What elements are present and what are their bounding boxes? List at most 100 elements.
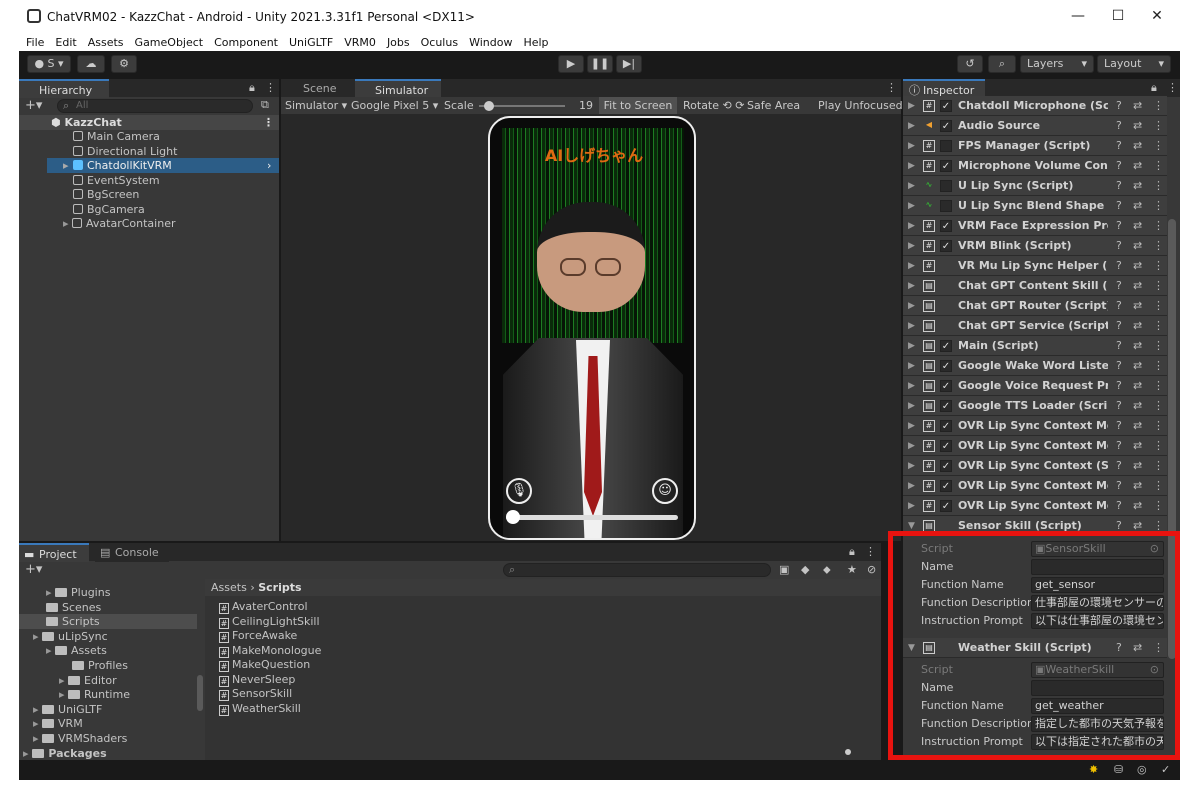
file-item[interactable]: # WeatherSkill: [219, 701, 301, 716]
hidden-packages-icon[interactable]: ⊘: [867, 563, 876, 576]
component-header[interactable]: ▶ # VR Mu Lip Sync Helper (Script)? ⇄ ⋮: [903, 256, 1167, 276]
account-dropdown[interactable]: ● S ▾: [27, 55, 71, 73]
component-header[interactable]: ▶ # ✓ OVR Lip Sync Context (Script)? ⇄ ⋮: [903, 456, 1167, 476]
more-icon[interactable]: ⋮: [1153, 296, 1164, 316]
component-header[interactable]: ▶ # ✓ OVR Lip Sync Context Morph? ⇄ ⋮: [903, 436, 1167, 456]
more-icon[interactable]: ⋮: [1153, 196, 1164, 216]
component-header[interactable]: ▶ # ✓ VRM Blink (Script)? ⇄ ⋮: [903, 236, 1167, 256]
menu-vrm0[interactable]: VRM0: [344, 34, 376, 51]
zoom-slider-handle[interactable]: [845, 749, 851, 755]
hierarchy-item-bgscreen[interactable]: BgScreen: [73, 187, 139, 202]
enable-checkbox[interactable]: ✓: [940, 380, 952, 392]
lock-icon[interactable]: 🔒︎: [1151, 81, 1157, 95]
more-icon[interactable]: ⋮: [865, 545, 876, 558]
expand-arrow-icon[interactable]: ▸: [33, 630, 42, 643]
hierarchy-item-eventsystem[interactable]: EventSystem: [73, 173, 160, 188]
settings-icon[interactable]: ⇄: [1133, 336, 1142, 356]
component-header[interactable]: ▶ ◀ ✓ Audio Source? ⇄ ⋮: [903, 116, 1167, 136]
hierarchy-item-avatarcontainer[interactable]: ▸ AvatarContainer: [63, 216, 176, 231]
enable-checkbox[interactable]: ✓: [940, 160, 952, 172]
add-icon[interactable]: +▾: [25, 562, 42, 577]
tab-simulator[interactable]: Simulator: [355, 79, 441, 98]
expand-arrow-icon[interactable]: ▶: [908, 176, 915, 196]
more-icon[interactable]: ⋮: [1153, 256, 1164, 276]
more-icon[interactable]: ⋮: [1167, 81, 1178, 94]
project-tree-item[interactable]: ▸ Assets: [19, 643, 197, 658]
add-icon[interactable]: +▾: [25, 98, 42, 113]
more-icon[interactable]: ⋮: [1153, 356, 1164, 376]
more-icon[interactable]: ⋮: [1153, 96, 1164, 116]
cache-icon[interactable]: ⛁: [1114, 763, 1123, 776]
expand-arrow-icon[interactable]: ▶: [908, 416, 915, 436]
filter-label-icon[interactable]: ◆: [801, 563, 809, 576]
pause-button[interactable]: ❚❚: [587, 55, 613, 73]
settings-icon[interactable]: ⇄: [1133, 236, 1142, 256]
help-icon[interactable]: ?: [1116, 116, 1122, 136]
microphone-icon[interactable]: 🎙︎: [506, 478, 532, 504]
hierarchy-search-input[interactable]: ⌕ All: [57, 99, 253, 113]
scale-slider-handle[interactable]: [484, 101, 494, 111]
hierarchy-item-bgcamera[interactable]: BgCamera: [73, 202, 145, 217]
help-icon[interactable]: ?: [1116, 216, 1122, 236]
enable-checkbox[interactable]: ✓: [940, 480, 952, 492]
component-header[interactable]: ▶ # ✓ VRM Face Expression Proxy? ⇄ ⋮: [903, 216, 1167, 236]
tree-scrollbar[interactable]: [197, 675, 203, 711]
settings-icon[interactable]: ⇄: [1133, 296, 1142, 316]
component-header[interactable]: ▶ # ✓ OVR Lip Sync Context Morph? ⇄ ⋮: [903, 496, 1167, 516]
volume-slider-handle[interactable]: [506, 510, 520, 524]
settings-icon[interactable]: ⇄: [1133, 276, 1142, 296]
settings-icon[interactable]: ⇄: [1133, 156, 1142, 176]
minimize-button[interactable]: —: [1068, 6, 1088, 26]
menu-oculus[interactable]: Oculus: [421, 34, 458, 51]
project-search-input[interactable]: ⌕: [503, 563, 771, 577]
settings-icon[interactable]: ⇄: [1133, 396, 1142, 416]
help-icon[interactable]: ?: [1116, 356, 1122, 376]
lock-icon[interactable]: 🔒︎: [849, 545, 855, 559]
settings-icon[interactable]: ⇄: [1133, 136, 1142, 156]
component-header[interactable]: ▶ ▤ ✓ Google Wake Word Listener? ⇄ ⋮: [903, 356, 1167, 376]
help-icon[interactable]: ?: [1116, 336, 1122, 356]
enable-checkbox[interactable]: ✓: [940, 440, 952, 452]
help-icon[interactable]: ?: [1116, 456, 1122, 476]
project-tree-item[interactable]: ▸ Runtime: [19, 687, 197, 702]
expand-arrow-icon[interactable]: ▸: [46, 644, 55, 657]
hierarchy-item-chatdollkitvrm[interactable]: ▸ ChatdollKitVRM ›: [47, 158, 279, 173]
emoji-add-icon[interactable]: ☺: [652, 478, 678, 504]
more-icon[interactable]: ⋮: [1153, 416, 1164, 436]
enable-checkbox[interactable]: ✓: [940, 340, 952, 352]
help-icon[interactable]: ?: [1116, 496, 1122, 516]
expand-arrow-icon[interactable]: ▶: [908, 156, 915, 176]
menu-window[interactable]: Window: [469, 34, 512, 51]
project-tree-item[interactable]: ▸ Packages: [19, 746, 197, 760]
close-button[interactable]: ✕: [1147, 6, 1167, 26]
project-tree-item[interactable]: ▸ VRMShaders: [19, 731, 197, 746]
help-icon[interactable]: ?: [1116, 376, 1122, 396]
expand-arrow-icon[interactable]: ▶: [908, 196, 915, 216]
help-icon[interactable]: ?: [1116, 296, 1122, 316]
hierarchy-item-directional-light[interactable]: Directional Light: [73, 144, 177, 159]
cloud-button[interactable]: ☁: [77, 55, 105, 73]
help-icon[interactable]: ?: [1116, 476, 1122, 496]
rotate-button[interactable]: Rotate ⟲ ⟳: [683, 97, 744, 114]
enable-checkbox[interactable]: ✓: [940, 360, 952, 372]
project-tree-item[interactable]: ▸ Plugins: [19, 585, 197, 600]
help-icon[interactable]: ?: [1116, 136, 1122, 156]
help-icon[interactable]: ?: [1116, 236, 1122, 256]
more-icon[interactable]: ⋮: [1153, 456, 1164, 476]
layout-dropdown[interactable]: Layout ▾: [1097, 55, 1171, 73]
expand-arrow-icon[interactable]: ▸: [59, 688, 68, 701]
expand-arrow-icon[interactable]: ▶: [908, 136, 915, 156]
settings-icon[interactable]: ⇄: [1133, 116, 1142, 136]
project-tree-item[interactable]: ▸ UniGLTF: [19, 702, 197, 717]
file-item[interactable]: # MakeQuestion: [219, 657, 310, 672]
expand-arrow-icon[interactable]: ▶: [908, 376, 915, 396]
component-header[interactable]: ▶ # FPS Manager (Script)? ⇄ ⋮: [903, 136, 1167, 156]
auto-generate-lighting-icon[interactable]: ◎: [1137, 763, 1147, 776]
file-item[interactable]: # NeverSleep: [219, 672, 295, 687]
lock-icon[interactable]: 🔒︎: [249, 81, 255, 95]
file-item[interactable]: # CeilingLightSkill: [219, 614, 320, 629]
expand-arrow-icon[interactable]: ▶: [908, 96, 915, 116]
breadcrumb-assets[interactable]: Assets: [211, 581, 247, 594]
expand-arrow-icon[interactable]: ▸: [33, 717, 42, 730]
fit-to-screen-button[interactable]: Fit to Screen: [599, 97, 677, 114]
